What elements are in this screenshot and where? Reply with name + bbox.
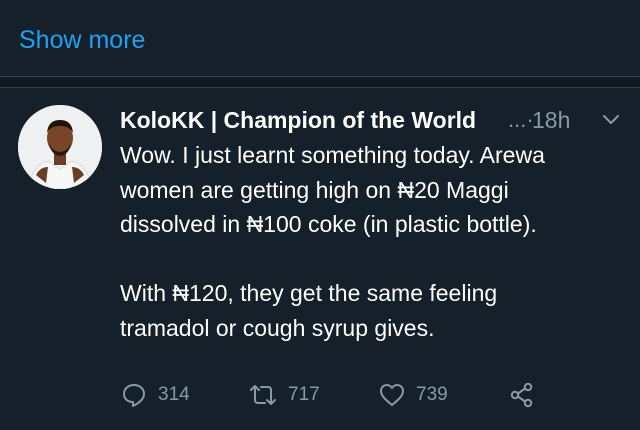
tweet-text-line: dissolved in ₦100 coke (in plastic bottl…	[120, 211, 537, 237]
timestamp[interactable]: 18h	[532, 103, 570, 137]
reply-button[interactable]: 314	[120, 378, 190, 412]
tweet-header: KoloKK | Champion of the World ...· 18h	[120, 103, 625, 137]
retweet-button[interactable]: 717	[248, 378, 320, 412]
tweet-text-line: Wow. I just learnt something today. Arew…	[120, 142, 545, 168]
tweet-actions: 314 717 739	[120, 378, 625, 412]
tweet-text-line: tramadol or cough syrup gives.	[120, 314, 435, 341]
retweet-count: 717	[288, 384, 320, 405]
display-name[interactable]: KoloKK | Champion of the World	[120, 103, 476, 137]
show-more-bar: Show more	[0, 0, 640, 77]
tweet-text: Wow. I just learnt something today. Arew…	[120, 138, 625, 345]
reply-icon	[123, 384, 145, 407]
reply-count: 314	[158, 384, 190, 405]
chevron-down-icon[interactable]	[602, 113, 620, 127]
tweet-text-line: women are getting high on ₦20 Maggi	[120, 176, 509, 203]
name-ellipsis: ...·	[508, 107, 534, 132]
like-icon	[380, 384, 404, 406]
avatar-image	[18, 105, 102, 189]
tweet[interactable]: KoloKK | Champion of the World ...· 18h …	[0, 88, 640, 430]
like-count: 739	[416, 384, 448, 405]
avatar[interactable]	[18, 105, 102, 189]
show-more-link[interactable]: Show more	[19, 24, 145, 56]
share-icon	[510, 382, 533, 408]
tweet-text-line: With ₦120, they get the same feeling	[120, 280, 498, 306]
share-button[interactable]	[508, 378, 536, 412]
section-divider	[0, 77, 640, 88]
retweet-icon	[250, 385, 276, 405]
like-button[interactable]: 739	[378, 378, 448, 412]
